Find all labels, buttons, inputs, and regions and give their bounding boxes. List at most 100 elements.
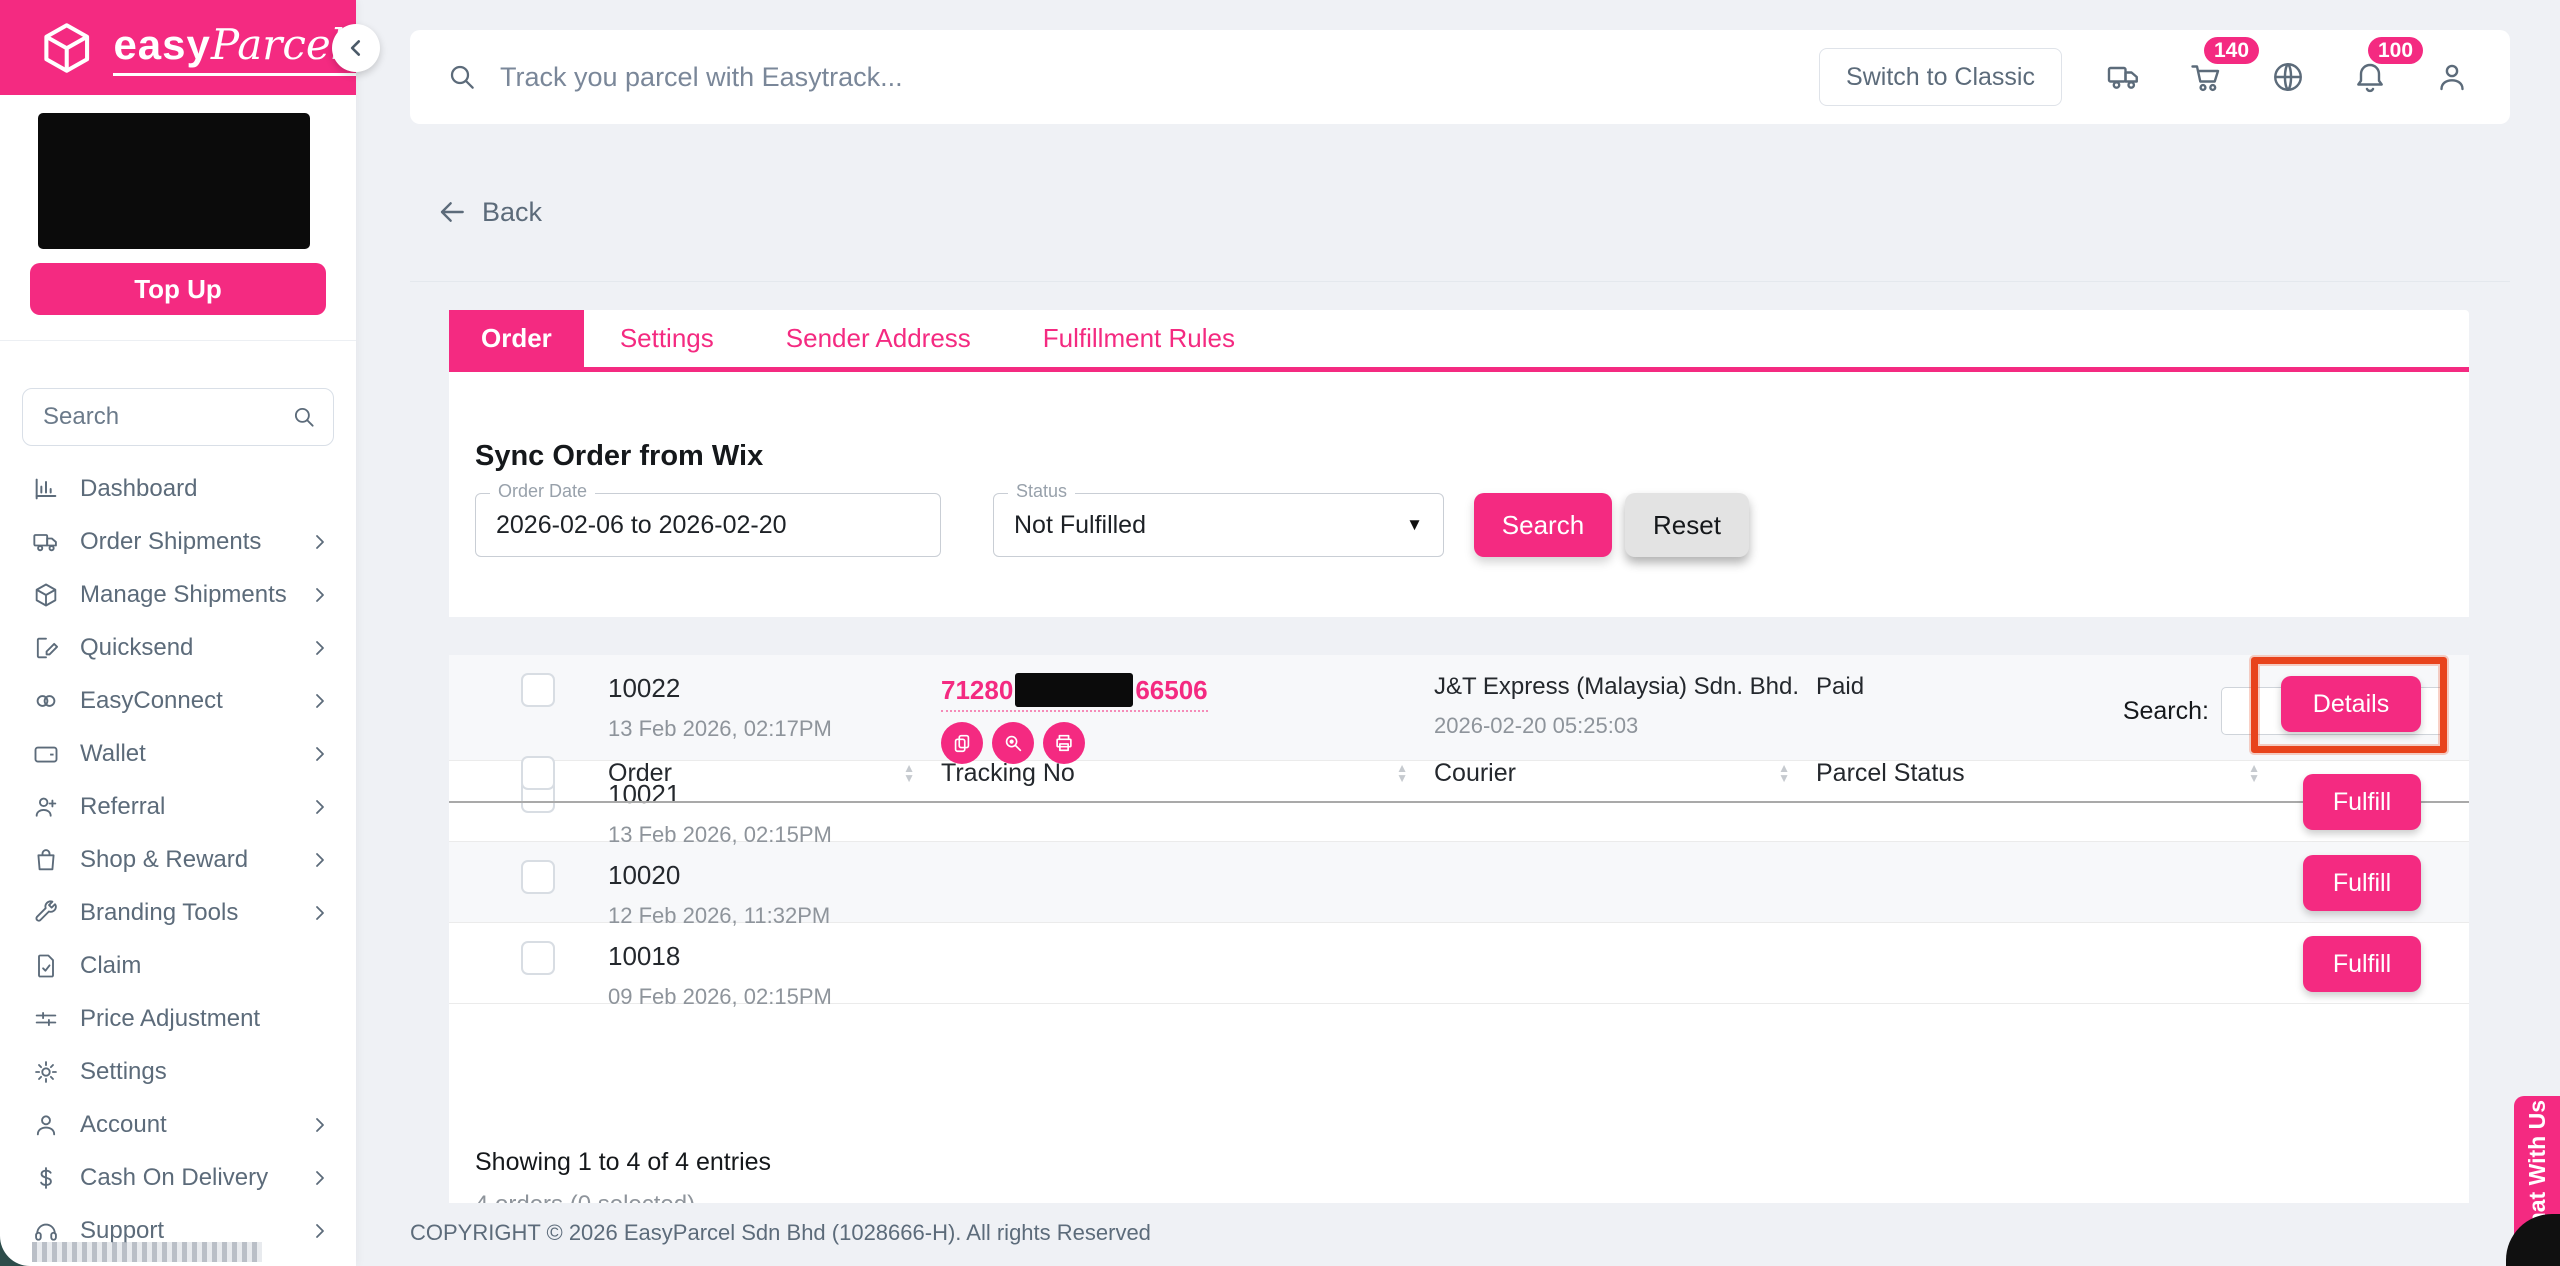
notification-badge: 100 [2368,37,2424,64]
row-checkbox[interactable] [521,860,555,894]
tab-sender-address[interactable]: Sender Address [750,310,1007,367]
sidebar-item-shop-reward[interactable]: Shop & Reward [0,833,356,886]
order-date-label: Order Date [490,481,596,502]
sort-icon[interactable]: ▲ ▼ [903,762,915,784]
copyright-text: COPYRIGHT © 2026 EasyParcel Sdn Bhd (102… [410,1220,1151,1245]
sidebar-item-label: Shop & Reward [80,845,249,873]
table-search-label: Search: [2122,696,2209,725]
sidebar-item-label: Dashboard [80,474,198,502]
wallet-icon [34,746,58,763]
sidebar-item-referral[interactable]: Referral [0,780,356,833]
track-parcel-search-input[interactable] [500,61,1820,93]
details-button[interactable]: Details [2281,676,2421,732]
sidebar-divider [0,340,356,341]
status-selected-value: Not Fulfilled [1014,510,1146,539]
tab-fulfillment-rules[interactable]: Fulfillment Rules [1007,310,1271,367]
sidebar-collapse-button[interactable] [332,24,380,72]
cart-icon[interactable]: 140 [2188,37,2260,95]
sync-reset-button[interactable]: Reset [1625,493,1749,557]
orders-table-card: Search: Order ▲ ▼ Tracking No ▲ ▼ Courier … [449,655,2469,1203]
link-icon [36,694,56,707]
sidebar-search-input[interactable] [43,403,291,431]
order-date-input[interactable] [496,510,920,540]
sidebar-item-label: Referral [80,792,166,820]
bag-icon [37,848,55,870]
sync-search-button[interactable]: Search [1474,493,1612,557]
table-row: 10020 12 Feb 2026, 11:32PM Fulfill [449,842,2469,928]
status-select[interactable]: Status Not Fulfilled ▼ [993,481,1444,557]
wrench-icon [35,899,57,922]
notification-bell-icon[interactable]: 100 [2352,37,2424,95]
chevron-right-icon [310,903,330,923]
table-entries-summary: Showing 1 to 4 of 4 entries [475,1148,772,1176]
status-label: Status [1008,481,1076,502]
document-check-icon [38,954,54,977]
top-header-bar: Switch to Classic 140 100 [410,30,2510,124]
brand-logo[interactable]: easy Parcel ® [0,0,356,95]
order-number: 10020 [608,860,681,890]
tab-order[interactable]: Order [449,310,584,367]
sidebar-item-label: Quicksend [80,633,194,661]
chevron-right-icon [310,585,330,605]
fulfill-button[interactable]: Fulfill [2303,855,2421,911]
sidebar-item-label: Manage Shipments [80,580,287,608]
chevron-left-icon [350,40,361,56]
parcel-cube-icon [44,22,90,73]
redacted-balance-block [38,113,310,249]
sidebar-item-branding-tools[interactable]: Branding Tools [0,886,356,939]
sidebar-item-dashboard[interactable]: Dashboard [0,462,356,515]
globe-icon[interactable] [2270,59,2306,95]
logo-text-parcel: Parcel [210,19,345,69]
sliders-icon [35,1011,57,1026]
sidebar-item-label: EasyConnect [80,686,223,714]
sidebar-item-manage-shipments[interactable]: Manage Shipments [0,568,356,621]
sidebar-item-order-shipments[interactable]: Order Shipments [0,515,356,568]
account-person-icon[interactable] [2434,59,2470,95]
chevron-right-icon [310,691,330,711]
switch-to-classic-button[interactable]: Switch to Classic [1819,48,2062,106]
fulfill-button[interactable]: Fulfill [2303,774,2421,830]
sort-icon[interactable]: ▲ ▼ [1396,762,1408,784]
cart-badge: 140 [2204,37,2260,64]
sort-icon[interactable]: ▲ ▼ [2248,762,2260,784]
order-number: 10018 [608,941,681,971]
sidebar-menu: Dashboard Order Shipments Manage Shipmen… [0,462,356,1257]
chevron-right-icon [310,1115,330,1135]
arrow-left-icon [440,202,464,222]
sidebar-item-easyconnect[interactable]: EasyConnect [0,674,356,727]
back-link[interactable]: Back [436,196,542,228]
sidebar-item-price-adjustment[interactable]: Price Adjustment [0,992,356,1045]
sidebar-search-box [22,388,334,446]
sidebar-item-label: Branding Tools [80,898,239,926]
fulfill-button[interactable]: Fulfill [2303,936,2421,992]
sidebar-item-settings[interactable]: Settings [0,1045,356,1098]
column-header-courier: Courier [1434,758,1516,787]
table-search-row: Search: [449,687,2469,735]
sidebar-item-cash-on-delivery[interactable]: Cash On Delivery [0,1151,356,1204]
dropdown-caret-icon: ▼ [1406,515,1423,534]
sidebar-item-claim[interactable]: Claim [0,939,356,992]
column-header-order: Order [608,758,672,787]
column-header-parcel-status: Parcel Status [1816,758,1965,787]
truck-icon [33,533,57,551]
sidebar-item-label: Order Shipments [80,527,262,555]
order-date: 09 Feb 2026, 02:15PM [608,984,832,1009]
sidebar: easy Parcel ® Top Up Dashboard Order Shi… [0,0,380,1266]
chevron-right-icon [310,744,330,764]
chevron-right-icon [310,850,330,870]
sort-icon[interactable]: ▲ ▼ [1778,762,1790,784]
top-up-button[interactable]: Top Up [30,263,326,315]
sync-section-title: Sync Order from Wix [475,440,764,472]
order-date-field[interactable]: Order Date [475,481,941,557]
redacted-pixelated-strip [32,1242,262,1262]
sidebar-item-wallet[interactable]: Wallet [0,727,356,780]
sidebar-item-label: Support [80,1216,165,1244]
sidebar-item-account[interactable]: Account [0,1098,356,1151]
shipment-truck-icon[interactable] [2106,59,2142,95]
tab-settings[interactable]: Settings [584,310,750,367]
sidebar-item-quicksend[interactable]: Quicksend [0,621,356,674]
row-checkbox[interactable] [521,941,555,975]
quicksend-icon [36,637,59,658]
select-all-checkbox[interactable] [521,756,555,790]
person-icon [36,1114,56,1135]
